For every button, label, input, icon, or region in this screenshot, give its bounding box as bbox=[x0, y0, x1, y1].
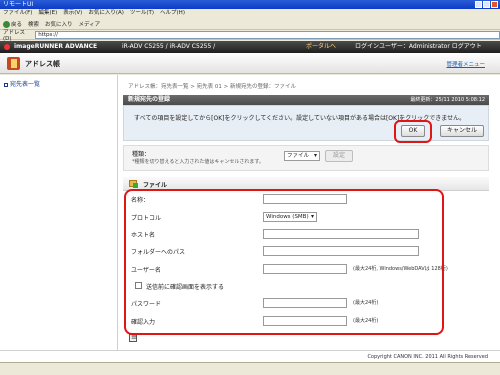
address-label: アドレス(D) bbox=[3, 29, 26, 42]
window-controls bbox=[475, 1, 498, 8]
minimize-icon[interactable] bbox=[475, 1, 482, 8]
portal-link[interactable]: ポータルへ bbox=[306, 41, 336, 53]
ok-button[interactable]: OK bbox=[401, 125, 425, 137]
panel-header: 新規宛先の登録 最終更新：25/11 2010 5:08:12 bbox=[123, 95, 489, 105]
media-button[interactable]: メディア bbox=[79, 20, 101, 28]
product-name: imageRUNNER ADVANCE bbox=[14, 43, 98, 50]
browser-menu-bar: ファイル(F) 編集(E) 表示(V) お気に入り(A) ツール(T) ヘルプ(… bbox=[0, 9, 500, 18]
browser-title: リモートUI bbox=[3, 1, 34, 8]
menu-view[interactable]: 表示(V) bbox=[63, 9, 82, 18]
menu-tools[interactable]: ツール(T) bbox=[130, 9, 154, 18]
cancel-button[interactable]: キャンセル bbox=[440, 125, 484, 137]
page-header: アドレス帳 管理者メニュー bbox=[0, 53, 500, 74]
address-book-icon bbox=[7, 57, 20, 70]
last-updated: 最終更新：25/11 2010 5:08:12 bbox=[410, 97, 485, 103]
type-set-button[interactable]: 設定 bbox=[325, 150, 353, 162]
sidebar: 宛先表一覧 bbox=[0, 75, 118, 350]
close-icon[interactable] bbox=[491, 1, 498, 8]
canon-logo-icon bbox=[4, 44, 10, 50]
browser-toolbar: 戻る 検索 お気に入り メディア bbox=[0, 18, 500, 30]
favorites-button[interactable]: お気に入り bbox=[45, 20, 73, 28]
address-input[interactable]: https:// bbox=[35, 30, 500, 39]
instruction-box: すべての項目を設定してから[OK]をクリックしてください。設定していない項目があ… bbox=[123, 105, 489, 143]
app-header: imageRUNNER ADVANCE iR-ADV C5255 / iR-AD… bbox=[0, 41, 500, 53]
address-bar: アドレス(D) https:// bbox=[0, 29, 500, 42]
maximize-icon[interactable] bbox=[483, 1, 490, 8]
page-title: アドレス帳 bbox=[25, 60, 60, 68]
login-user-info[interactable]: ログインユーザー：Administrator ログアウト bbox=[355, 41, 482, 53]
copyright: Copyright CANON INC. 2011 All Rights Res… bbox=[0, 350, 500, 362]
menu-edit[interactable]: 編集(E) bbox=[38, 9, 57, 18]
browser-status-bar bbox=[0, 362, 500, 375]
type-select[interactable]: ファイル bbox=[284, 151, 320, 161]
page-list-icon[interactable] bbox=[129, 333, 137, 342]
file-section-title: ファイル bbox=[143, 182, 168, 189]
search-button[interactable]: 検索 bbox=[28, 20, 39, 28]
menu-file[interactable]: ファイル(F) bbox=[3, 9, 32, 18]
folder-icon bbox=[129, 180, 138, 188]
back-button[interactable]: 戻る bbox=[3, 20, 22, 28]
form-highlight bbox=[124, 189, 444, 335]
panel-title: 新規宛先の登録 bbox=[128, 96, 171, 103]
type-label: 種類： bbox=[132, 151, 151, 158]
sidebar-item-destination-list[interactable]: 宛先表一覧 bbox=[4, 79, 40, 88]
browser-title-bar: リモートUI bbox=[0, 0, 500, 9]
breadcrumb: アドレス帳：宛先表一覧 > 宛先表 01 > 新規宛先の登録：ファイル bbox=[128, 84, 296, 90]
back-icon bbox=[3, 20, 10, 28]
device-model: iR-ADV C5255 / iR-ADV C5255 / bbox=[122, 43, 216, 50]
type-note: *種類を切り替えると入力された値はキャンセルされます。 bbox=[132, 159, 264, 165]
list-bullet-icon bbox=[4, 82, 8, 87]
type-selector-box: 種類： *種類を切り替えると入力された値はキャンセルされます。 ファイル 設定 bbox=[123, 145, 489, 171]
menu-help[interactable]: ヘルプ(H) bbox=[160, 9, 185, 18]
menu-favorites[interactable]: お気に入り(A) bbox=[88, 9, 124, 18]
admin-menu-link[interactable]: 管理者メニュー bbox=[446, 60, 485, 68]
